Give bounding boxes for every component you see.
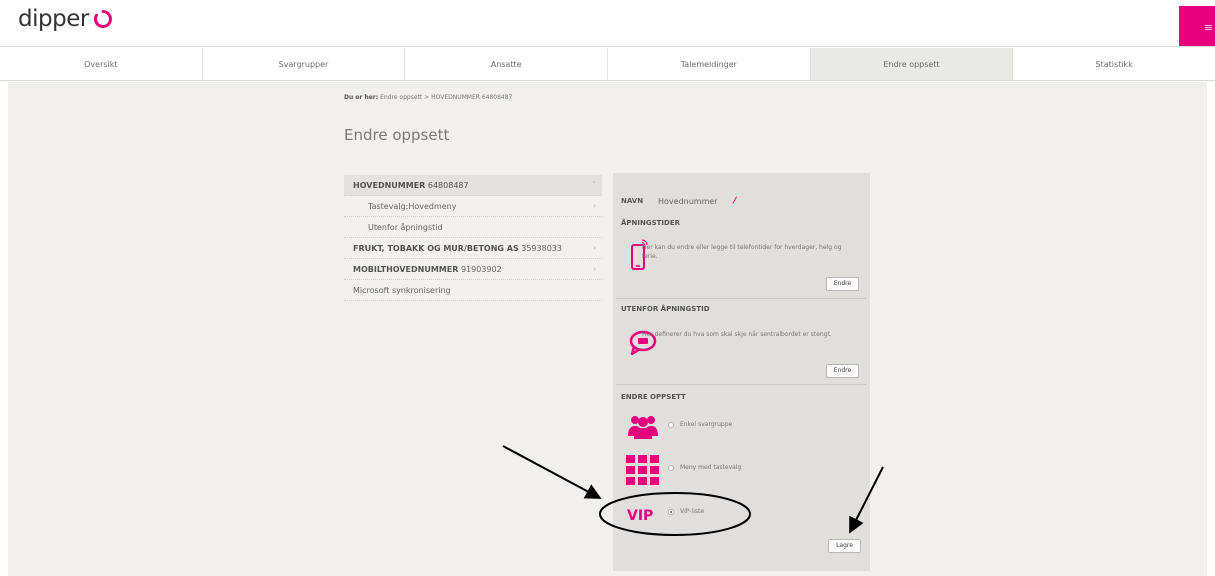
tab-talemeldinger[interactable]: Talemeldinger bbox=[608, 48, 811, 80]
endre-utenfor-button[interactable]: Endre bbox=[826, 364, 859, 378]
tab-statistikk[interactable]: Statistikk bbox=[1013, 48, 1215, 80]
tree-item-label: Microsoft synkronisering bbox=[353, 286, 451, 295]
option-label: Enkel svargruppe bbox=[680, 421, 733, 428]
keypad-icon bbox=[626, 455, 659, 485]
chevron-right-icon: › bbox=[593, 265, 596, 273]
apningstider-description: Her kan du endre eller legge til telefon… bbox=[642, 244, 842, 260]
top-bar: dipper ≡ bbox=[0, 0, 1215, 47]
menu-icon: ≡ bbox=[1203, 21, 1213, 34]
tab-endre-oppsett[interactable]: Endre oppsett bbox=[810, 48, 1014, 80]
radio-button[interactable] bbox=[668, 421, 674, 428]
tree-item-name: HOVEDNUMMER bbox=[353, 181, 426, 190]
tab-ansatte[interactable]: Ansatte bbox=[405, 48, 609, 80]
utenfor-description: Her definerer du hva som skal skje når s… bbox=[642, 331, 832, 338]
tree-item-utenfor[interactable]: Utenfor åpningstid bbox=[344, 217, 602, 238]
menu-button[interactable]: ≡ bbox=[1179, 6, 1215, 46]
tree-item-mobil[interactable]: MOBILTHOVEDNUMMER 91903902 › bbox=[344, 259, 602, 280]
tree-item-number: 64808487 bbox=[427, 181, 469, 190]
breadcrumb-path[interactable]: Endre oppsett > HOVEDNUMMER 64808487 bbox=[380, 94, 512, 101]
logo-ring-icon bbox=[93, 10, 112, 28]
vip-icon: VIP bbox=[627, 508, 654, 524]
breadcrumb-prefix: Du er her: bbox=[344, 94, 379, 101]
tree-item-microsoft[interactable]: Microsoft synkronisering bbox=[344, 280, 602, 301]
tree-item-label: Utenfor åpningstid bbox=[368, 223, 443, 232]
logo-text: dipper bbox=[18, 6, 89, 32]
endre-oppsett-title: ENDRE OPPSETT bbox=[621, 393, 686, 401]
option-meny-med-tastevalg[interactable]: Meny med tastevalg bbox=[668, 464, 741, 471]
divider bbox=[616, 384, 866, 385]
chevron-right-icon: › bbox=[593, 202, 596, 210]
utenfor-title: UTENFOR ÅPNINGSTID bbox=[621, 305, 710, 313]
chevron-down-icon: ˅ bbox=[592, 181, 597, 189]
content-area bbox=[8, 82, 1207, 576]
option-enkel-svargruppe[interactable]: Enkel svargruppe bbox=[668, 421, 732, 428]
group-icon bbox=[628, 416, 658, 439]
tree-item-number: 35938033 bbox=[521, 244, 562, 253]
tab-oversikt[interactable]: Oversikt bbox=[0, 48, 203, 80]
tree-item-frukt[interactable]: FRUKT, TOBAKK OG MUR/BETONG AS 35938033 … bbox=[344, 238, 602, 259]
tree-item-number: 91903902 bbox=[460, 265, 502, 274]
option-label: VIP-liste bbox=[680, 508, 705, 515]
dipper-logo[interactable]: dipper bbox=[18, 6, 113, 32]
main-nav: Oversikt Svargrupper Ansatte Talemelding… bbox=[0, 48, 1215, 81]
tab-svargrupper[interactable]: Svargrupper bbox=[203, 48, 406, 80]
chevron-right-icon: › bbox=[593, 244, 596, 252]
page-title: Endre oppsett bbox=[344, 126, 450, 144]
navn-value: Hovednummer bbox=[658, 197, 718, 206]
tree-item-tastevalg[interactable]: Tastevalg:Hovedmeny › bbox=[344, 196, 602, 217]
apningstider-title: ÅPNINGSTIDER bbox=[621, 219, 681, 227]
breadcrumb: Du er her: Endre oppsett > HOVEDNUMMER 6… bbox=[344, 94, 512, 101]
tree-item-hovednummer[interactable]: HOVEDNUMMER 64808487 ˅ bbox=[344, 175, 602, 196]
radio-button[interactable] bbox=[668, 464, 674, 471]
navn-label: NAVN bbox=[621, 197, 644, 205]
option-label: Meny med tastevalg bbox=[680, 464, 742, 471]
option-vip-liste[interactable]: VIP-liste bbox=[668, 508, 704, 515]
divider bbox=[616, 298, 866, 299]
tree-item-label: Tastevalg:Hovedmeny bbox=[368, 202, 457, 211]
endre-apningstider-button[interactable]: Endre bbox=[826, 277, 859, 291]
lagre-button[interactable]: Lagre bbox=[828, 539, 861, 553]
tree-item-name: FRUKT, TOBAKK OG MUR/BETONG AS bbox=[353, 244, 519, 253]
number-tree: HOVEDNUMMER 64808487 ˅ Tastevalg:Hovedme… bbox=[344, 175, 602, 301]
tree-item-name: MOBILTHOVEDNUMMER bbox=[353, 265, 459, 274]
radio-button-selected[interactable] bbox=[668, 508, 674, 515]
